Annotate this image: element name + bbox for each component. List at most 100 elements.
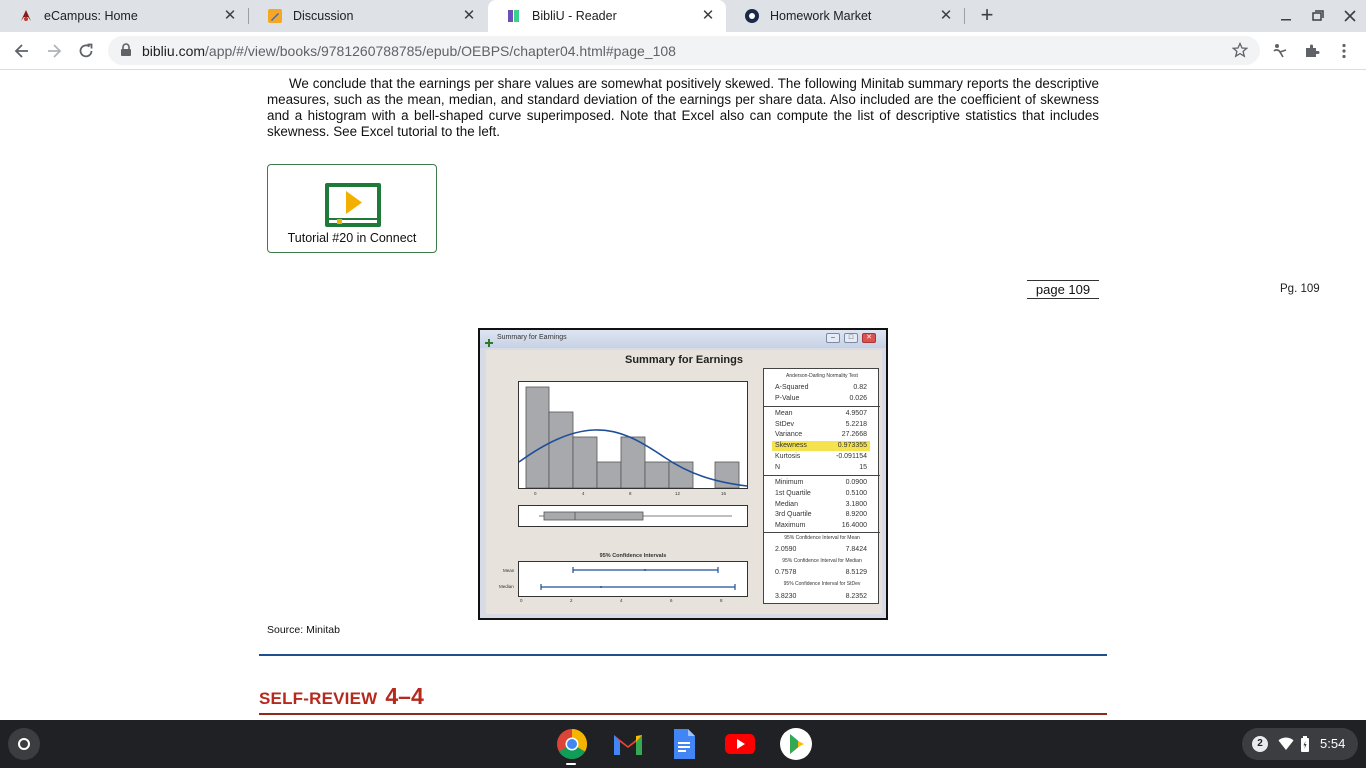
minitab-window-icon (485, 334, 493, 347)
active-app-indicator (566, 763, 576, 765)
minitab-heading: Summary for Earnings (625, 354, 743, 366)
url-text[interactable]: bibliu.com/app/#/view/books/978126078878… (142, 43, 676, 59)
tab-title: Discussion (293, 9, 354, 23)
section-divider (259, 654, 1107, 656)
tab-discussion[interactable]: Discussion ✕ (249, 0, 487, 32)
stat-row: Minimum 0.0900 (775, 479, 867, 486)
ci-tick: 6 (670, 598, 673, 603)
tutorial-button[interactable]: Tutorial #20 in Connect (267, 164, 437, 253)
back-button[interactable] (11, 40, 33, 62)
tab-ecampus[interactable]: eCampus: Home ✕ (0, 0, 248, 32)
url-domain: bibliu.com (142, 43, 206, 59)
launcher-button[interactable] (8, 728, 40, 760)
ci-label-mean: Mean (503, 568, 515, 573)
reader-content: We conclude that the earnings per share … (0, 71, 1366, 720)
accessibility-extension-icon[interactable] (1270, 41, 1290, 61)
stat-row-highlighted: Skewness 0.973355 (764, 441, 880, 451)
stat-row: Maximum 16.4000 (775, 522, 867, 529)
stats-divider (764, 475, 880, 476)
menu-kebab-icon[interactable] (1334, 41, 1354, 61)
boxplot (518, 505, 748, 527)
stat-row: Kurtosis -0.091154 (775, 453, 867, 460)
stats-divider (764, 532, 880, 533)
histogram (518, 381, 748, 489)
stat-row: 0.7578 8.5129 (775, 569, 867, 576)
stats-divider (764, 406, 880, 407)
self-review-label: SELF-REVIEW (259, 689, 378, 708)
page-marker: page 109 (1027, 280, 1099, 299)
tab-title: BibliU - Reader (532, 9, 617, 23)
stat-row: 3rd Quartile 8.9200 (775, 511, 867, 518)
ci-label-median: Median (499, 584, 514, 589)
restore-icon[interactable] (1310, 8, 1326, 24)
stat-row: N 15 (775, 464, 867, 471)
ecampus-logo-icon (18, 8, 34, 24)
tab-title: Homework Market (770, 9, 872, 23)
hist-bar (525, 386, 550, 489)
close-tab-icon[interactable]: ✕ (461, 8, 477, 24)
ci-plot (518, 561, 748, 597)
close-tab-icon[interactable]: ✕ (700, 8, 716, 24)
ci-median-header: 95% Confidence Interval for Median (782, 558, 862, 564)
stat-row: Median 3.1800 (775, 501, 867, 508)
play-store-app-icon[interactable] (780, 728, 812, 760)
extensions-puzzle-icon[interactable] (1302, 41, 1322, 61)
ci-tick: 8 (720, 598, 723, 603)
ci-tick: 2 (570, 598, 573, 603)
reload-button[interactable] (75, 40, 97, 62)
hist-bar (596, 461, 622, 489)
hist-bar (668, 461, 694, 489)
stat-row: 3.8230 8.2352 (775, 593, 867, 600)
stats-panel: Anderson-Darling Normality Test A-Square… (763, 368, 880, 604)
hist-tick: 0 (534, 491, 537, 496)
address-bar[interactable]: bibliu.com/app/#/view/books/978126078878… (108, 36, 1260, 65)
ci-tick: 4 (620, 598, 623, 603)
hist-tick: 12 (675, 491, 681, 496)
notification-count-badge: 2 (1252, 736, 1268, 752)
gmail-app-icon[interactable] (612, 728, 644, 760)
tab-separator (964, 8, 965, 24)
stat-row: A-Squared 0.82 (775, 384, 867, 391)
page-number-right: Pg. 109 (1280, 283, 1320, 295)
ci-stdev-header: 95% Confidence Interval for StDev (783, 581, 861, 587)
tab-bibliu-reader[interactable]: BibliU - Reader ✕ (488, 0, 726, 32)
google-docs-app-icon[interactable] (668, 728, 700, 760)
os-shelf: 2 5:54 (0, 720, 1366, 768)
browser-toolbar: bibliu.com/app/#/view/books/978126078878… (0, 32, 1366, 70)
stat-row: Variance 27.2668 (775, 431, 867, 438)
histogram-svg (518, 386, 748, 489)
close-tab-icon[interactable]: ✕ (938, 8, 954, 24)
stat-row: 1st Quartile 0.5100 (775, 490, 867, 497)
self-review-number: 4–4 (385, 683, 424, 709)
bookmark-star-icon[interactable] (1231, 41, 1249, 63)
hist-bar (548, 411, 574, 489)
chrome-app-icon[interactable] (556, 728, 588, 760)
hist-tick: 16 (721, 491, 727, 496)
minitab-body: Summary for Earnings 0 4 8 12 16 95% Con… (486, 350, 882, 614)
pencil-ruler-icon (267, 8, 283, 24)
battery-icon (1300, 736, 1310, 757)
youtube-app-icon[interactable] (724, 728, 756, 760)
stat-row: StDev 5.2218 (775, 421, 867, 428)
wifi-icon (1278, 737, 1294, 756)
status-tray[interactable]: 2 5:54 (1242, 728, 1358, 760)
launcher-circle-icon (18, 738, 30, 750)
tab-homework-market[interactable]: Homework Market ✕ (726, 0, 964, 32)
minitab-titlebar: Summary for Earnings – □ ✕ (480, 330, 886, 348)
close-window-icon[interactable] (1342, 8, 1358, 24)
minitab-window-title: Summary for Earnings (497, 334, 567, 341)
minitab-minimize-icon: – (826, 333, 840, 343)
ci-tick: 0 (520, 598, 523, 603)
minitab-close-icon: ✕ (862, 333, 876, 343)
forward-button[interactable] (43, 40, 65, 62)
stat-row: P-Value 0.026 (775, 395, 867, 402)
self-review-heading: SELF-REVIEW 4–4 (259, 683, 424, 710)
tab-strip: eCampus: Home ✕ Discussion ✕ BibliU - Re… (0, 0, 1366, 32)
ci-plot-svg (540, 567, 736, 590)
boxplot-svg (539, 511, 732, 521)
tab-title: eCampus: Home (44, 9, 138, 23)
minimize-icon[interactable] (1278, 8, 1294, 24)
play-video-icon (324, 182, 382, 233)
close-tab-icon[interactable]: ✕ (222, 8, 238, 24)
new-tab-button[interactable]: + (976, 4, 998, 27)
